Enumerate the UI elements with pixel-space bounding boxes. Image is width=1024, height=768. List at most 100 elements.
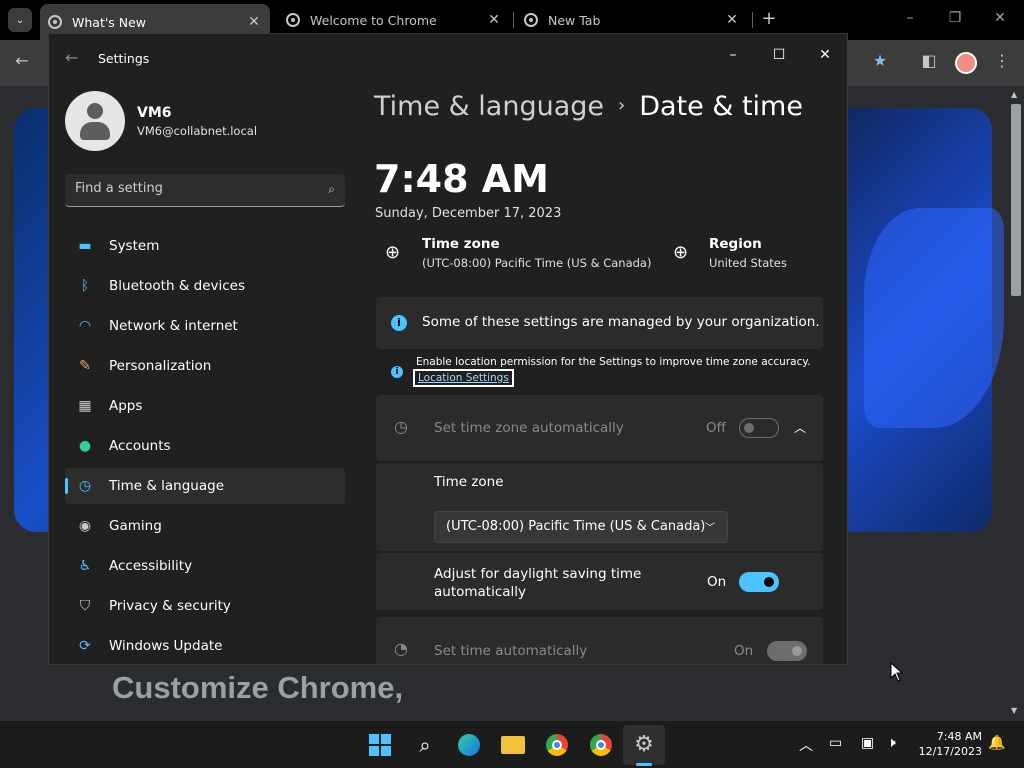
clock-icon: ◔: [394, 639, 408, 658]
globe-clock-icon: ◷: [394, 417, 408, 436]
speaker-muted-icon[interactable]: 🕨: [887, 735, 896, 751]
time-zone-dropdown[interactable]: (UTC-08:00) Pacific Time (US & Canada) ﹀: [434, 511, 728, 543]
sidebar-item-label: Personalization: [109, 358, 212, 374]
display-icon[interactable]: ▣: [861, 735, 874, 751]
back-arrow-icon[interactable]: ←: [65, 48, 78, 67]
toggle-state-label: On: [734, 643, 754, 659]
chevron-up-icon[interactable]: ︿: [794, 419, 806, 436]
profile-avatar[interactable]: [955, 52, 977, 74]
close-tab-icon[interactable]: ✕: [722, 12, 742, 28]
sidebar-item-accounts[interactable]: ● Accounts: [65, 428, 345, 464]
file-explorer-icon[interactable]: [501, 733, 525, 757]
sidebar-item-apps[interactable]: ▦ Apps: [65, 388, 345, 424]
notification-bell-icon[interactable]: 🔔: [988, 735, 1005, 751]
chevron-down-icon: ﹀: [705, 523, 715, 534]
dst-label: Adjust for daylight saving time automati…: [434, 565, 641, 601]
monitor-icon: ▬: [78, 238, 92, 254]
scroll-up-icon[interactable]: ▲: [1011, 90, 1017, 99]
minimize-icon[interactable]: –: [710, 40, 756, 70]
edge-icon[interactable]: [457, 733, 481, 757]
scrollbar-thumb[interactable]: [1011, 104, 1021, 296]
page-title: Date & time: [639, 91, 803, 122]
network-icon[interactable]: ▭: [829, 735, 842, 751]
search-input[interactable]: [75, 181, 305, 196]
settings-icon[interactable]: ⚙: [632, 732, 656, 757]
taskbar-time: 7:48 AM: [936, 730, 982, 743]
chrome-icon: [286, 13, 300, 27]
globe-clock-icon: ⊕: [385, 242, 401, 263]
tab-search-button[interactable]: ⌄: [8, 8, 32, 32]
sidebar-item-system[interactable]: ▬ System: [65, 228, 345, 264]
sidebar-item-network[interactable]: ◠ Network & internet: [65, 308, 345, 344]
tab-welcome[interactable]: Welcome to Chrome ✕: [278, 6, 510, 34]
bookmark-star-icon[interactable]: ★: [868, 51, 892, 75]
mouse-cursor-icon: [890, 662, 904, 682]
time-zone-label: Time zone: [422, 236, 500, 252]
time-zone-card: Time zone (UTC-08:00) Pacific Time (US &…: [376, 463, 823, 551]
tab-label: New Tab: [548, 12, 601, 28]
new-tab-button[interactable]: +: [760, 8, 778, 29]
set-time-auto-toggle[interactable]: [767, 641, 807, 661]
person-icon: ●: [78, 438, 92, 454]
maximize-icon[interactable]: ☐: [756, 40, 802, 70]
apps-icon: ▦: [78, 398, 92, 414]
close-icon[interactable]: ✕: [990, 10, 1010, 26]
settings-titlebar: ← Settings – ☐ ✕: [49, 34, 847, 82]
close-tab-icon[interactable]: ✕: [244, 14, 264, 30]
chrome-icon[interactable]: [589, 733, 613, 757]
user-name: VM6: [137, 105, 172, 121]
search-icon[interactable]: ⌕: [413, 733, 437, 757]
breadcrumb-parent[interactable]: Time & language: [374, 91, 604, 122]
set-time-zone-auto-toggle[interactable]: [739, 418, 779, 438]
current-date: Sunday, December 17, 2023: [375, 206, 562, 221]
close-icon[interactable]: ✕: [802, 40, 847, 70]
more-menu-icon[interactable]: ⋮: [990, 51, 1014, 75]
managed-text: Some of these settings are managed by yo…: [422, 314, 820, 330]
taskbar-clock[interactable]: 7:48 AM 12/17/2023: [918, 729, 982, 759]
brush-icon: ✎: [79, 358, 91, 374]
sidebar-item-label: Gaming: [109, 518, 162, 534]
managed-banner: i Some of these settings are managed by …: [376, 297, 823, 349]
side-panel-icon[interactable]: ◧: [917, 51, 941, 75]
wifi-icon: ◠: [78, 318, 92, 334]
scroll-down-icon[interactable]: ▼: [1011, 706, 1017, 715]
sidebar-item-bluetooth[interactable]: ᛒ Bluetooth & devices: [65, 268, 345, 304]
active-app-indicator: [636, 763, 652, 766]
close-tab-icon[interactable]: ✕: [484, 12, 504, 28]
search-icon[interactable]: ⌕: [328, 182, 335, 197]
time-zone-value: (UTC-08:00) Pacific Time (US & Canada): [422, 256, 652, 270]
chevron-up-icon[interactable]: ︿: [799, 735, 813, 755]
location-settings-link[interactable]: Location Settings: [413, 369, 514, 387]
settings-nav: ▬ System ᛒ Bluetooth & devices ◠ Network…: [65, 228, 345, 664]
start-icon[interactable]: [368, 733, 392, 757]
back-icon[interactable]: ←: [10, 51, 34, 75]
settings-window: ← Settings – ☐ ✕ VM6 VM6@collabnet.local…: [48, 33, 848, 665]
avatar[interactable]: [65, 91, 125, 151]
sidebar-item-windows-update[interactable]: ⟳ Windows Update: [65, 628, 345, 664]
info-icon: i: [391, 366, 403, 378]
bluetooth-icon: ᛒ: [80, 278, 90, 294]
page-scrollbar[interactable]: ▲ ▼: [1008, 86, 1024, 720]
search-box[interactable]: ⌕: [65, 174, 345, 207]
info-icon: i: [391, 315, 407, 331]
breadcrumb: Time & language › Date & time: [374, 91, 803, 122]
minimize-icon[interactable]: –: [900, 10, 920, 26]
tab-new-tab[interactable]: New Tab ✕: [516, 6, 748, 34]
sidebar-item-gaming[interactable]: ◉ Gaming: [65, 508, 345, 544]
sidebar-item-label: Accessibility: [109, 558, 193, 574]
customize-heading: Customize Chrome,: [112, 670, 404, 705]
set-time-auto-card: ◔ Set time automatically On: [376, 617, 823, 664]
sidebar-item-label: Apps: [109, 398, 143, 414]
maximize-icon[interactable]: ❐: [945, 10, 965, 26]
sidebar-item-privacy[interactable]: ⛉ Privacy & security: [65, 588, 345, 624]
sidebar-item-time-language[interactable]: ◷ Time & language: [65, 468, 345, 504]
sidebar-item-label: System: [109, 238, 160, 254]
sidebar-item-personalization[interactable]: ✎ Personalization: [65, 348, 345, 384]
daylight-saving-toggle[interactable]: [739, 572, 779, 592]
sidebar-item-accessibility[interactable]: ♿ Accessibility: [65, 548, 345, 584]
accessibility-icon: ♿: [78, 558, 92, 574]
update-icon: ⟳: [79, 638, 91, 654]
chrome-icon[interactable]: [545, 733, 569, 757]
shield-icon: ⛉: [79, 598, 91, 614]
globe-icon: ⊕: [673, 242, 689, 263]
